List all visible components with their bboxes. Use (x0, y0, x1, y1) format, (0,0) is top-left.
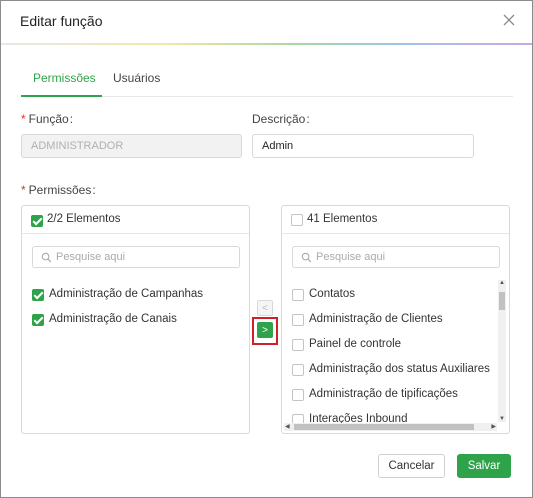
left-count: 2/2 Elementos (47, 213, 121, 225)
tab-active-indicator (21, 95, 102, 97)
right-search-input[interactable]: Pesquise aqui (292, 246, 500, 268)
item-checkbox[interactable] (292, 389, 304, 401)
descricao-label: Descrição: (252, 112, 310, 126)
left-panel-header: 2/2 Elementos (22, 206, 249, 234)
right-search-placeholder: Pesquise aqui (316, 251, 386, 263)
item-checkbox[interactable] (292, 364, 304, 376)
scroll-down-icon[interactable]: ▼ (498, 416, 506, 422)
descricao-field[interactable]: Admin (252, 134, 474, 158)
available-permissions-panel: 41 Elementos Pesquise aqui Contatos Admi… (281, 205, 510, 434)
select-all-right-checkbox[interactable] (291, 214, 303, 226)
tab-bar: Permissões Usuários (21, 63, 513, 97)
item-label: Contatos (309, 288, 356, 300)
header-divider (1, 43, 532, 45)
item-label: Administração dos status Auxiliares (309, 363, 490, 375)
save-button[interactable]: Salvar (457, 454, 511, 478)
cancel-button[interactable]: Cancelar (378, 454, 445, 478)
scroll-thumb[interactable] (499, 292, 505, 310)
right-count: 41 Elementos (307, 213, 378, 225)
item-checkbox[interactable] (292, 289, 304, 301)
search-icon (301, 252, 312, 263)
dialog-header: Editar função (1, 1, 532, 44)
scroll-right-icon[interactable]: ▶ (491, 423, 496, 431)
search-icon (41, 252, 52, 263)
edit-role-dialog: Editar função Permissões Usuários * Funçã… (0, 0, 533, 498)
left-search-placeholder: Pesquise aqui (56, 251, 126, 263)
item-label: Administração de Campanhas (49, 288, 204, 300)
funcao-field[interactable]: ADMINISTRADOR (21, 134, 242, 158)
item-label: Administração de tipificações (309, 388, 458, 400)
scroll-up-icon[interactable]: ▲ (498, 280, 506, 286)
left-search-input[interactable]: Pesquise aqui (32, 246, 240, 268)
selected-permissions-panel: 2/2 Elementos Pesquise aqui Administraçã… (21, 205, 250, 434)
scroll-thumb[interactable] (294, 424, 474, 430)
select-all-left-checkbox[interactable] (31, 215, 43, 227)
required-mark: * (21, 112, 26, 126)
item-checkbox[interactable] (292, 339, 304, 351)
item-checkbox[interactable] (292, 314, 304, 326)
close-icon[interactable] (500, 11, 518, 29)
item-checkbox[interactable] (32, 314, 44, 326)
tab-permissoes[interactable]: Permissões (33, 71, 96, 85)
highlight-box (252, 317, 278, 345)
item-label: Painel de controle (309, 338, 402, 350)
right-panel-header: 41 Elementos (282, 206, 509, 234)
permissoes-label: * Permissões: (21, 183, 96, 197)
dialog-title: Editar função (20, 13, 103, 29)
item-label: Administração de Canais (49, 313, 177, 325)
tab-usuarios[interactable]: Usuários (113, 71, 160, 85)
item-checkbox[interactable] (32, 289, 44, 301)
horizontal-scrollbar[interactable]: ◀ ▶ (284, 423, 497, 431)
move-left-button[interactable]: < (257, 300, 273, 316)
funcao-label: * Função: (21, 112, 74, 126)
vertical-scrollbar[interactable]: ▲ ▼ (498, 280, 506, 422)
scroll-left-icon[interactable]: ◀ (285, 423, 290, 431)
item-label: Administração de Clientes (309, 313, 443, 325)
required-mark: * (21, 183, 26, 197)
